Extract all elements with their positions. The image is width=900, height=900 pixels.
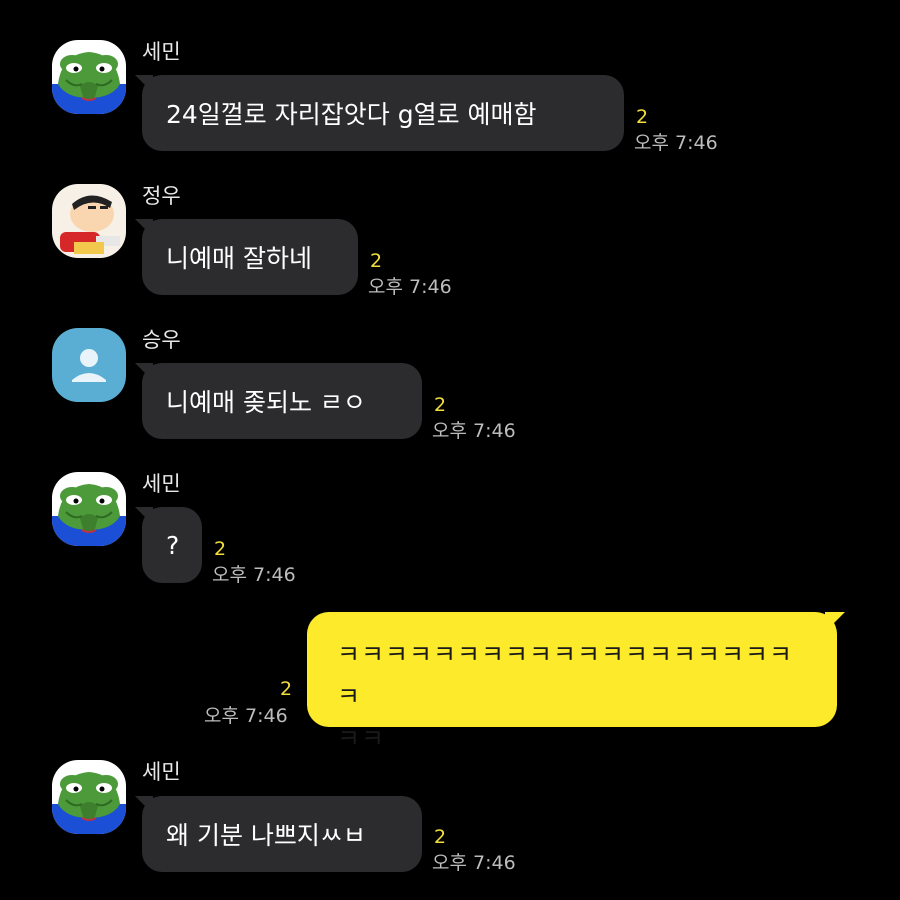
sender-name: 정우 (142, 184, 181, 208)
unread-count: 2 (434, 826, 447, 848)
message-text: 니예매 잘하네 (166, 244, 312, 273)
message-time: 오후 7:46 (432, 852, 516, 874)
sender-name: 세민 (142, 40, 181, 64)
unread-count: 2 (434, 394, 447, 416)
message-time: 오후 7:46 (204, 705, 288, 727)
incoming-message-bubble[interactable]: 니예매 잘하네 (135, 219, 358, 295)
unread-count: 2 (636, 106, 649, 128)
pepe-frog-icon (52, 760, 126, 834)
bubble-tail (135, 363, 153, 381)
incoming-message-bubble[interactable]: 니예매 좆되노 ㄹㅇ (135, 363, 422, 439)
message-text: 24일껄로 자리잡앗다 g열로 예매함 (166, 100, 537, 129)
bubble-tail (135, 796, 153, 814)
message-time: 오후 7:46 (368, 276, 452, 298)
bubble-tail (135, 75, 153, 93)
outgoing-message-bubble[interactable]: ㅋㅋㅋㅋㅋㅋㅋㅋㅋㅋㅋㅋㅋㅋㅋㅋㅋㅋㅋㅋ ㅋㅋ (307, 612, 845, 753)
message-text-line: ㅋㅋ (337, 724, 386, 753)
incoming-message-bubble[interactable]: ? (135, 507, 202, 583)
sender-avatar[interactable] (52, 184, 126, 258)
sender-name: 세민 (142, 472, 181, 496)
message-time: 오후 7:46 (634, 132, 718, 154)
incoming-message-bubble[interactable]: 24일껄로 자리잡앗다 g열로 예매함 (135, 75, 624, 151)
sender-avatar[interactable] (52, 328, 126, 402)
pepe-frog-icon (52, 40, 126, 114)
unread-count: 2 (214, 538, 227, 560)
bubble-tail (825, 612, 845, 632)
sender-avatar[interactable] (52, 472, 126, 546)
sender-name: 세민 (142, 760, 181, 784)
sender-name: 승우 (142, 328, 181, 352)
message-text: 왜 기분 나쁘지ㅆㅂ (166, 821, 366, 850)
message-text-line: ㅋㅋㅋㅋㅋㅋㅋㅋㅋㅋㅋㅋㅋㅋㅋㅋㅋㅋㅋㅋ (337, 640, 794, 711)
message-text: ? (166, 530, 180, 560)
incoming-message-bubble[interactable]: 왜 기분 나쁘지ㅆㅂ (135, 796, 422, 872)
sender-avatar[interactable] (52, 40, 126, 114)
unread-count: 2 (280, 678, 293, 700)
pepe-frog-icon (52, 472, 126, 546)
default-person-icon (52, 328, 126, 402)
unread-count: 2 (370, 250, 383, 272)
message-text: 니예매 좆되노 ㄹㅇ (166, 388, 366, 417)
message-time: 오후 7:46 (432, 420, 516, 442)
sender-avatar[interactable] (52, 760, 126, 834)
bubble-tail (135, 219, 153, 237)
message-time: 오후 7:46 (212, 564, 296, 586)
shin-chan-icon (52, 184, 126, 258)
bubble-tail (135, 507, 153, 525)
